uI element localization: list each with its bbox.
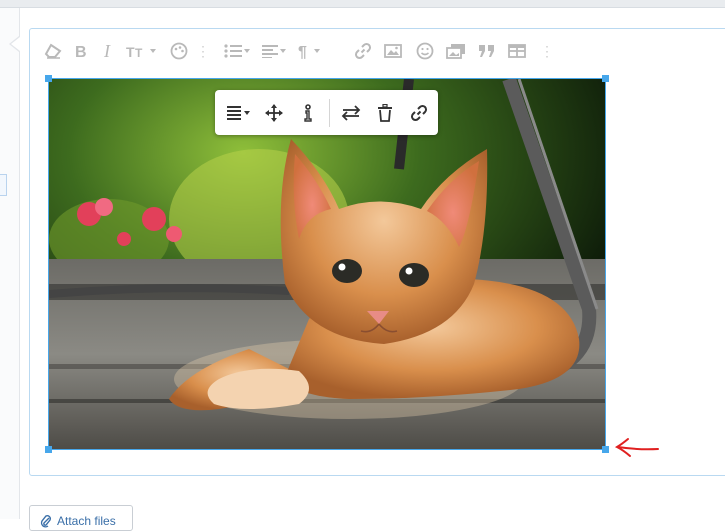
- italic-icon[interactable]: I: [102, 38, 114, 64]
- gutter-tab[interactable]: [0, 174, 7, 196]
- quote-icon[interactable]: [478, 38, 496, 64]
- eraser-icon[interactable]: [44, 38, 62, 64]
- editor-notch-inner: [11, 37, 20, 51]
- bold-icon[interactable]: B: [74, 38, 88, 64]
- palette-icon[interactable]: [170, 38, 188, 64]
- resize-handle-top-right[interactable]: [602, 75, 609, 82]
- red-arrow-annotation: [614, 438, 659, 457]
- editor-toolbar: B I TT ⋮ ¶ ⋮: [44, 38, 564, 64]
- text-size-icon[interactable]: TT: [126, 38, 156, 64]
- svg-text:T: T: [135, 46, 143, 59]
- paragraph-icon[interactable]: ¶: [298, 38, 320, 64]
- top-strip: [0, 0, 725, 8]
- attach-files-button[interactable]: Attach files: [29, 505, 133, 531]
- chevron-down-icon: [244, 49, 250, 53]
- trash-icon[interactable]: [368, 96, 402, 130]
- smiley-icon[interactable]: [416, 38, 434, 64]
- attach-files-label: Attach files: [57, 514, 116, 528]
- chevron-down-icon: [280, 49, 286, 53]
- list-icon[interactable]: [224, 38, 250, 64]
- resize-handle-top-left[interactable]: [45, 75, 52, 82]
- table-icon[interactable]: [508, 38, 526, 64]
- align-icon[interactable]: [262, 38, 286, 64]
- resize-handle-bottom-left[interactable]: [45, 446, 52, 453]
- media-icon[interactable]: [446, 38, 466, 64]
- link-icon[interactable]: [354, 38, 372, 64]
- align-dropdown-icon[interactable]: [223, 96, 257, 130]
- svg-text:B: B: [75, 44, 87, 59]
- image-icon[interactable]: [384, 38, 402, 64]
- paperclip-icon: [40, 514, 52, 531]
- replace-icon[interactable]: [334, 96, 368, 130]
- image-toolbar: [215, 90, 438, 135]
- more-vertical-icon[interactable]: ⋮: [196, 43, 210, 60]
- resize-handle-bottom-right[interactable]: [602, 446, 609, 453]
- more-vertical-icon[interactable]: ⋮: [540, 43, 554, 60]
- chevron-down-icon: [314, 49, 320, 53]
- toolbar-divider: [329, 98, 330, 127]
- alt-text-icon[interactable]: [291, 96, 325, 130]
- move-icon[interactable]: [257, 96, 291, 130]
- svg-text:¶: ¶: [298, 44, 307, 59]
- svg-text:I: I: [103, 43, 111, 59]
- left-gutter: [0, 8, 20, 519]
- chevron-down-icon: [150, 49, 156, 53]
- svg-text:T: T: [126, 44, 135, 59]
- link-icon[interactable]: [402, 96, 436, 130]
